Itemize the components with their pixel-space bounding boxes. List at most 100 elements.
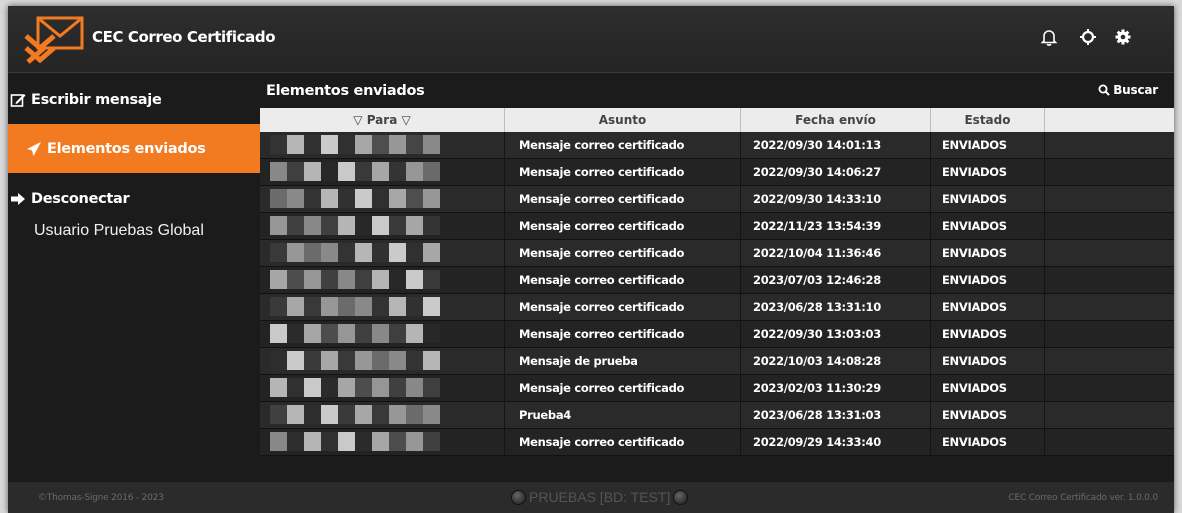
cell-recipient-redacted	[260, 321, 505, 347]
cell-recipient-redacted	[260, 348, 505, 374]
sidebar-item-sent[interactable]: Elementos enviados	[8, 124, 260, 173]
redacted-pixelation	[270, 351, 440, 370]
table-body: Mensaje correo certificado 2022/09/30 14:…	[260, 132, 1174, 456]
edit-icon	[10, 94, 26, 107]
cell-extra	[1045, 348, 1174, 374]
cell-status: ENVIADOS	[931, 186, 1045, 212]
page-title: Elementos enviados	[266, 83, 425, 99]
cell-extra	[1045, 321, 1174, 347]
cell-date: 2023/02/03 11:30:29	[741, 375, 931, 401]
sidebar-item-logout[interactable]: Desconectar	[8, 185, 260, 213]
sidebar: Escribir mensaje Elementos enviados Desc…	[8, 73, 260, 482]
cell-extra	[1045, 240, 1174, 266]
top-bar: CEC Correo Certificado	[8, 6, 1174, 73]
table-row[interactable]: Mensaje de prueba 2022/10/03 14:08:28 ENVI…	[260, 348, 1174, 375]
cell-date: 2022/09/30 14:06:27	[741, 159, 931, 185]
app-title: CEC Correo Certificado	[92, 28, 276, 46]
environment-label: PRUEBAS [BD: TEST]	[529, 489, 671, 505]
column-header-date[interactable]: Fecha envío	[741, 108, 931, 132]
cell-extra	[1045, 375, 1174, 401]
cell-status: ENVIADOS	[931, 267, 1045, 293]
environment-status: PRUEBAS [BD: TEST]	[508, 489, 691, 505]
send-icon	[27, 141, 41, 156]
cell-subject: Prueba4	[505, 402, 741, 428]
cell-recipient-redacted	[260, 267, 505, 293]
cell-date: 2022/10/03 14:08:28	[741, 348, 931, 374]
cell-subject: Mensaje correo certificado	[505, 132, 741, 158]
table-row[interactable]: Mensaje correo certificado 2022/09/30 14:…	[260, 159, 1174, 186]
column-header-to[interactable]: ▽ Para ▽	[260, 108, 505, 132]
user-name: Usuario Pruebas Global	[34, 222, 204, 239]
cell-subject: Mensaje correo certificado	[505, 213, 741, 239]
cell-status: ENVIADOS	[931, 240, 1045, 266]
sidebar-item-label: Desconectar	[31, 191, 130, 207]
cell-extra	[1045, 294, 1174, 320]
cell-status: ENVIADOS	[931, 429, 1045, 455]
cell-date: 2022/11/23 13:54:39	[741, 213, 931, 239]
table-row[interactable]: Mensaje correo certificado 2022/11/23 13:…	[260, 213, 1174, 240]
table-row[interactable]: Mensaje correo certificado 2022/10/04 11:…	[260, 240, 1174, 267]
column-header-extra	[1045, 108, 1174, 132]
table-row[interactable]: Mensaje correo certificado 2022/09/29 14:…	[260, 429, 1174, 456]
cell-recipient-redacted	[260, 132, 505, 158]
redacted-pixelation	[270, 135, 440, 154]
column-header-status[interactable]: Estado	[931, 108, 1045, 132]
cell-date: 2023/07/03 12:46:28	[741, 267, 931, 293]
cell-status: ENVIADOS	[931, 348, 1045, 374]
cell-date: 2022/09/30 14:01:13	[741, 132, 931, 158]
cell-subject: Mensaje correo certificado	[505, 375, 741, 401]
table-row[interactable]: Mensaje correo certificado 2023/02/03 11:…	[260, 375, 1174, 402]
redacted-pixelation	[270, 297, 440, 316]
bell-icon[interactable]	[1040, 28, 1058, 46]
brightness-icon[interactable]	[1079, 28, 1097, 46]
column-header-subject[interactable]: Asunto	[505, 108, 741, 132]
redacted-pixelation	[270, 243, 440, 262]
table-row[interactable]: Mensaje correo certificado 2023/07/03 12:…	[260, 267, 1174, 294]
cell-status: ENVIADOS	[931, 159, 1045, 185]
main-panel: Elementos enviados Buscar ▽ Para ▽ Asunt…	[260, 73, 1174, 482]
sign-out-icon	[11, 193, 25, 205]
cell-status: ENVIADOS	[931, 213, 1045, 239]
redacted-pixelation	[270, 216, 440, 235]
table-row[interactable]: Prueba4 2023/06/28 13:31:03 ENVIADOS	[260, 402, 1174, 429]
cell-extra	[1045, 402, 1174, 428]
table-row[interactable]: Mensaje correo certificado 2022/09/30 13:…	[260, 321, 1174, 348]
cell-extra	[1045, 213, 1174, 239]
copyright: ©Thomas-Signe 2016 - 2023	[38, 493, 164, 503]
table-row[interactable]: Mensaje correo certificado 2022/09/30 14:…	[260, 132, 1174, 159]
redacted-pixelation	[270, 324, 440, 343]
cell-subject: Mensaje correo certificado	[505, 267, 741, 293]
sidebar-item-compose[interactable]: Escribir mensaje	[8, 83, 260, 117]
table-row[interactable]: Mensaje correo certificado 2022/09/30 14:…	[260, 186, 1174, 213]
app-window: CEC Correo Certificado Escribir mensaje …	[8, 6, 1174, 513]
cell-status: ENVIADOS	[931, 321, 1045, 347]
cell-subject: Mensaje correo certificado	[505, 240, 741, 266]
gear-icon[interactable]	[1114, 28, 1132, 46]
cell-subject: Mensaje correo certificado	[505, 186, 741, 212]
status-led-icon	[511, 489, 526, 505]
cell-date: 2022/09/30 13:03:03	[741, 321, 931, 347]
cell-recipient-redacted	[260, 429, 505, 455]
cell-date: 2023/06/28 13:31:10	[741, 294, 931, 320]
cell-subject: Mensaje correo certificado	[505, 429, 741, 455]
sidebar-item-label: Elementos enviados	[47, 140, 206, 157]
logo-icon	[24, 16, 84, 64]
cell-extra	[1045, 429, 1174, 455]
redacted-pixelation	[270, 162, 440, 181]
cell-date: 2022/10/04 11:36:46	[741, 240, 931, 266]
search-button[interactable]: Buscar	[1098, 83, 1158, 97]
footer: ©Thomas-Signe 2016 - 2023 PRUEBAS [BD: T…	[8, 482, 1174, 513]
cell-subject: Mensaje de prueba	[505, 348, 741, 374]
cell-recipient-redacted	[260, 240, 505, 266]
search-icon	[1098, 84, 1110, 96]
cell-recipient-redacted	[260, 375, 505, 401]
redacted-pixelation	[270, 189, 440, 208]
cell-recipient-redacted	[260, 159, 505, 185]
redacted-pixelation	[270, 270, 440, 289]
cell-date: 2022/09/29 14:33:40	[741, 429, 931, 455]
cell-status: ENVIADOS	[931, 402, 1045, 428]
sidebar-item-label: Escribir mensaje	[31, 92, 162, 108]
status-led-icon	[673, 489, 689, 505]
redacted-pixelation	[270, 405, 440, 424]
table-row[interactable]: Mensaje correo certificado 2023/06/28 13:…	[260, 294, 1174, 321]
